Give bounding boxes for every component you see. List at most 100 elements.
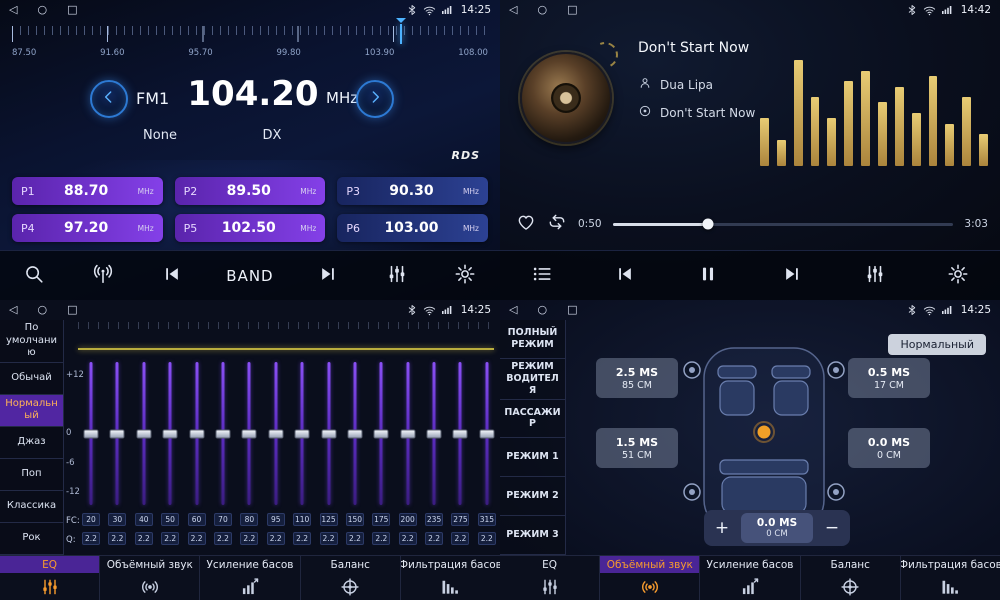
frequency-pointer[interactable] xyxy=(400,24,402,44)
eq-band-slider[interactable] xyxy=(451,362,469,505)
slider-handle[interactable] xyxy=(189,429,204,438)
playlist-button[interactable] xyxy=(520,256,564,296)
slider-handle[interactable] xyxy=(427,429,442,438)
tune-up-button[interactable] xyxy=(356,80,394,118)
slider-handle[interactable] xyxy=(215,429,230,438)
eq-band-slider[interactable] xyxy=(267,362,285,505)
eq-band-slider[interactable] xyxy=(320,362,338,505)
surround-mode-item[interactable]: РЕЖИМ 2 xyxy=(500,477,565,516)
favorite-button[interactable] xyxy=(516,212,536,236)
slider-handle[interactable] xyxy=(163,429,178,438)
eq-band-slider[interactable] xyxy=(240,362,258,505)
eq-band-slider[interactable] xyxy=(372,362,390,505)
eq-preset-item[interactable]: По умолчанию xyxy=(0,320,63,363)
back-icon[interactable]: ◁ xyxy=(509,0,517,20)
tab-bass-boost[interactable]: Усиление басов xyxy=(700,556,800,600)
eq-band-slider[interactable] xyxy=(399,362,417,505)
playback-controls-row: 0:50 3:03 xyxy=(516,211,988,237)
tab-surround-sound[interactable]: Объёмный звук xyxy=(100,556,200,600)
search-stations-button[interactable] xyxy=(12,256,56,296)
slider-handle[interactable] xyxy=(242,429,257,438)
repeat-button[interactable] xyxy=(547,212,567,236)
surround-mode-item[interactable]: РЕЖИМ ВОДИТЕЛЯ xyxy=(500,359,565,400)
recents-icon[interactable]: □ xyxy=(567,0,577,20)
surround-mode-item[interactable]: ПАССАЖИР xyxy=(500,400,565,439)
eq-preset-item[interactable]: Нормальный xyxy=(0,395,63,427)
slider-handle[interactable] xyxy=(268,429,283,438)
tab-bass-boost[interactable]: Усиление басов xyxy=(200,556,300,600)
tab-balance[interactable]: Баланс xyxy=(301,556,401,600)
eq-preset-item[interactable]: Джаз xyxy=(0,427,63,459)
eq-band-slider[interactable] xyxy=(346,362,364,505)
frequency-scale[interactable]: 87.5091.6095.7099.80103.90108.00 xyxy=(12,26,488,62)
settings-button[interactable] xyxy=(936,256,980,296)
radio-preset-p5[interactable]: P5102.50MHz xyxy=(175,214,326,242)
slider-handle[interactable] xyxy=(479,429,494,438)
back-icon[interactable]: ◁ xyxy=(9,0,17,20)
eq-preset-item[interactable]: Поп xyxy=(0,459,63,491)
tune-down-button[interactable] xyxy=(90,80,128,118)
eq-band-slider[interactable] xyxy=(82,362,100,505)
radio-preset-p4[interactable]: P497.20MHz xyxy=(12,214,163,242)
slider-handle[interactable] xyxy=(347,429,362,438)
tab-eq[interactable]: EQ xyxy=(0,556,100,600)
equalizer-button[interactable] xyxy=(853,256,897,296)
tab-bass-filter[interactable]: Фильтрация басов xyxy=(401,556,500,600)
eq-band-slider[interactable] xyxy=(135,362,153,505)
fc-value: 200 xyxy=(399,513,417,526)
eq-band-slider[interactable] xyxy=(478,362,496,505)
eq-band-slider[interactable] xyxy=(188,362,206,505)
seek-bar[interactable] xyxy=(613,223,954,226)
recents-icon[interactable]: □ xyxy=(67,0,77,20)
seek-bar-knob[interactable] xyxy=(703,219,714,230)
surround-mode-item[interactable]: РЕЖИМ 1 xyxy=(500,438,565,477)
next-station-button[interactable] xyxy=(306,256,350,296)
eq-band-slider[interactable] xyxy=(425,362,443,505)
eq-preset-item[interactable]: Обычай xyxy=(0,363,63,395)
back-icon[interactable]: ◁ xyxy=(509,300,517,320)
previous-station-button[interactable] xyxy=(150,256,194,296)
slider-handle[interactable] xyxy=(295,429,310,438)
equalizer-button[interactable] xyxy=(375,256,419,296)
decrease-delay-button[interactable]: − xyxy=(817,513,847,543)
slider-handle[interactable] xyxy=(453,429,468,438)
recents-icon[interactable]: □ xyxy=(567,300,577,320)
eq-band-slider[interactable] xyxy=(214,362,232,505)
radio-preset-p6[interactable]: P6103.00MHz xyxy=(337,214,488,242)
slider-handle[interactable] xyxy=(400,429,415,438)
pause-button[interactable] xyxy=(686,256,730,296)
tab-bass-filter[interactable]: Фильтрация басов xyxy=(901,556,1000,600)
slider-handle[interactable] xyxy=(110,429,125,438)
radio-preset-p1[interactable]: P188.70MHz xyxy=(12,177,163,205)
home-icon[interactable]: ○ xyxy=(537,0,547,20)
eq-preset-item[interactable]: Рок xyxy=(0,523,63,555)
radio-preset-p3[interactable]: P390.30MHz xyxy=(337,177,488,205)
slider-handle[interactable] xyxy=(374,429,389,438)
slider-handle[interactable] xyxy=(84,429,99,438)
slider-handle[interactable] xyxy=(321,429,336,438)
settings-button[interactable] xyxy=(443,256,487,296)
surround-mode-item[interactable]: ПОЛНЫЙ РЕЖИМ xyxy=(500,320,565,359)
back-icon[interactable]: ◁ xyxy=(9,300,17,320)
surround-mode-item[interactable]: РЕЖИМ 3 xyxy=(500,516,565,555)
home-icon[interactable]: ○ xyxy=(37,300,47,320)
sound-profile-button[interactable]: Нормальный xyxy=(888,334,986,355)
band-button[interactable]: BAND xyxy=(219,256,281,296)
slider-handle[interactable] xyxy=(136,429,151,438)
next-track-button[interactable] xyxy=(770,256,814,296)
equalizer-screen: ◁ ○ □ 14:25 По умолчаниюОбычайНормальный… xyxy=(0,300,500,600)
eq-band-slider[interactable] xyxy=(108,362,126,505)
eq-band-slider[interactable] xyxy=(161,362,179,505)
previous-track-button[interactable] xyxy=(603,256,647,296)
eq-band-slider[interactable] xyxy=(293,362,311,505)
home-icon[interactable]: ○ xyxy=(537,300,547,320)
recents-icon[interactable]: □ xyxy=(67,300,77,320)
home-icon[interactable]: ○ xyxy=(37,0,47,20)
radio-preset-p2[interactable]: P289.50MHz xyxy=(175,177,326,205)
broadcast-button[interactable] xyxy=(81,256,125,296)
tab-surround-sound[interactable]: Объёмный звук xyxy=(600,556,700,600)
eq-preset-item[interactable]: Классика xyxy=(0,491,63,523)
increase-delay-button[interactable]: + xyxy=(707,513,737,543)
tab-eq[interactable]: EQ xyxy=(500,556,600,600)
tab-balance[interactable]: Баланс xyxy=(801,556,901,600)
